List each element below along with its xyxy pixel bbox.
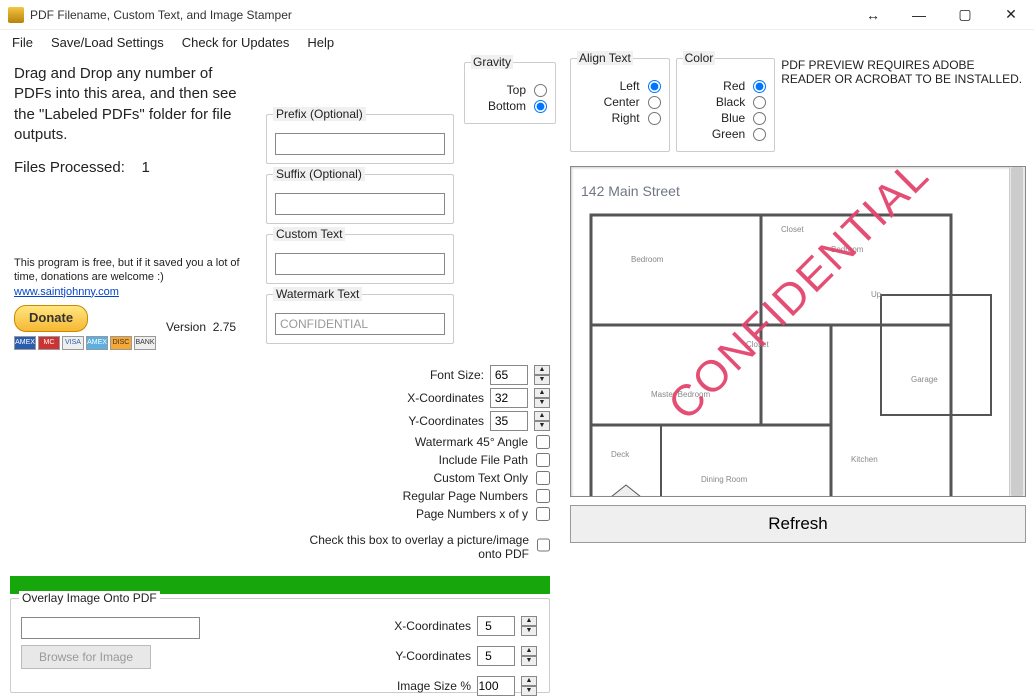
browse-image-button[interactable]: Browse for Image bbox=[21, 645, 151, 669]
menu-updates[interactable]: Check for Updates bbox=[182, 35, 290, 50]
color-green-radio[interactable] bbox=[753, 128, 766, 141]
font-size-input[interactable] bbox=[490, 365, 528, 385]
color-blue-radio[interactable] bbox=[753, 112, 766, 125]
menu-help[interactable]: Help bbox=[307, 35, 334, 50]
donate-button[interactable]: Donate bbox=[14, 305, 88, 332]
suffix-input[interactable] bbox=[275, 193, 445, 215]
preview-warning: PDF PREVIEW REQUIRES ADOBE READER OR ACR… bbox=[781, 58, 1026, 86]
font-down[interactable]: ▼ bbox=[534, 375, 550, 385]
gravity-bottom-radio[interactable] bbox=[534, 100, 547, 113]
y-coord-input[interactable] bbox=[490, 411, 528, 431]
overlay-path-input[interactable] bbox=[21, 617, 200, 639]
app-icon bbox=[8, 7, 24, 23]
files-processed: Files Processed: 1 bbox=[14, 159, 248, 176]
gravity-group: Gravity Top Bottom bbox=[464, 62, 556, 124]
about-text: This program is free, but if it saved yo… bbox=[14, 256, 248, 285]
preview-scrollbar[interactable] bbox=[1009, 167, 1025, 496]
align-center-radio[interactable] bbox=[648, 96, 661, 109]
include-filepath-check[interactable] bbox=[536, 453, 550, 467]
gravity-top-radio[interactable] bbox=[534, 84, 547, 97]
align-right-radio[interactable] bbox=[648, 112, 661, 125]
color-red-radio[interactable] bbox=[753, 80, 766, 93]
files-count: 1 bbox=[142, 159, 150, 176]
window-title: PDF Filename, Custom Text, and Image Sta… bbox=[30, 8, 850, 22]
align-text-group: Align Text Left Center Right bbox=[570, 58, 670, 152]
overlay-section: Overlay Image Onto PDF Browse for Image … bbox=[10, 598, 550, 693]
menu-file[interactable]: File bbox=[12, 35, 33, 50]
floorplan-drawing: Bedroom Bedroom Closet Closet Master Bed… bbox=[581, 205, 1001, 497]
overlay-y-input[interactable] bbox=[477, 646, 515, 666]
prefix-input[interactable] bbox=[275, 133, 445, 155]
version-label: Version 2.75 bbox=[166, 320, 236, 336]
custom-text-input[interactable] bbox=[275, 253, 445, 275]
color-black-radio[interactable] bbox=[753, 96, 766, 109]
overlay-image-check[interactable] bbox=[537, 538, 550, 552]
custom-text-group: Custom Text bbox=[266, 234, 454, 284]
watermark-text-group: Watermark Text bbox=[266, 294, 454, 344]
close-button[interactable]: ✕ bbox=[988, 0, 1034, 30]
suffix-group: Suffix (Optional) bbox=[266, 174, 454, 224]
website-link[interactable]: www.saintjohnny.com bbox=[14, 286, 119, 298]
align-left-radio[interactable] bbox=[648, 80, 661, 93]
menu-saveload[interactable]: Save/Load Settings bbox=[51, 35, 164, 50]
color-group: Color Red Black Blue Green bbox=[676, 58, 776, 152]
pdf-preview: 142 Main Street bbox=[570, 166, 1026, 497]
prefix-group: Prefix (Optional) bbox=[266, 114, 454, 164]
x-coord-input[interactable] bbox=[490, 388, 528, 408]
watermark-text-input[interactable] bbox=[275, 313, 445, 335]
maximize-button[interactable]: ▢ bbox=[942, 0, 988, 30]
payment-cards: AMEX MC VISA AMEX DISC BANK bbox=[14, 336, 156, 350]
drag-drop-text: Drag and Drop any number of PDFs into th… bbox=[14, 64, 248, 145]
preview-address: 142 Main Street bbox=[581, 183, 1001, 199]
overlay-x-input[interactable] bbox=[477, 616, 515, 636]
page-numbers-check[interactable] bbox=[536, 489, 550, 503]
page-x-of-y-check[interactable] bbox=[536, 507, 550, 521]
menubar: File Save/Load Settings Check for Update… bbox=[0, 30, 1034, 54]
minimize-button[interactable]: — bbox=[896, 0, 942, 30]
overlay-size-input[interactable] bbox=[477, 676, 515, 696]
refresh-button[interactable]: Refresh bbox=[570, 505, 1026, 543]
move-icon[interactable]: ↔ bbox=[850, 0, 896, 30]
font-up[interactable]: ▲ bbox=[534, 365, 550, 375]
custom-text-only-check[interactable] bbox=[536, 471, 550, 485]
watermark-angle-check[interactable] bbox=[536, 435, 550, 449]
titlebar: PDF Filename, Custom Text, and Image Sta… bbox=[0, 0, 1034, 30]
